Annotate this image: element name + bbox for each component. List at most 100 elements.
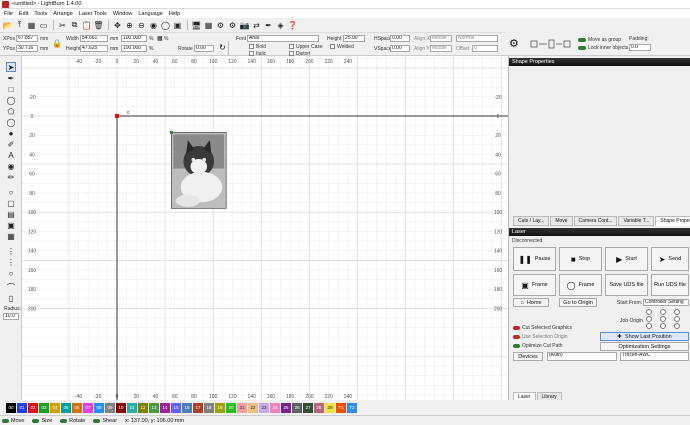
text-mode-select[interactable]: Normal [456, 35, 498, 42]
optimization-settings-button[interactable]: Optimization Settings [600, 342, 689, 351]
radius-field[interactable]: 10.0 [3, 313, 19, 320]
bold-checkbox[interactable] [249, 44, 254, 49]
align-tools-icon[interactable] [529, 38, 575, 50]
circular-array-icon[interactable]: ○ [6, 268, 16, 278]
layer-swatch[interactable]: 19 [215, 402, 225, 413]
corner-radius-icon[interactable]: ⌒ [6, 282, 16, 292]
camera-icon[interactable]: 📷 [239, 20, 250, 31]
padding-field[interactable]: 0.0 [629, 44, 651, 51]
rotate-icon[interactable]: ↻ [219, 43, 226, 52]
layer-swatch[interactable]: 27 [303, 402, 313, 413]
frame-circle-button[interactable]: ◯ Frame [559, 274, 602, 296]
layer-swatch[interactable]: T2 [347, 402, 357, 413]
ypos-field[interactable]: 30.716 [16, 45, 38, 52]
rotate-field[interactable]: 0.00 [194, 45, 214, 52]
start-from-select[interactable]: Controller Setting [643, 299, 689, 306]
layer-swatch[interactable]: T1 [336, 402, 346, 413]
menu-tools[interactable]: Tools [34, 11, 47, 17]
cut-icon[interactable]: ✂ [57, 20, 68, 31]
layer-swatch[interactable]: 04 [50, 402, 60, 413]
hspace-field[interactable]: 0.00 [390, 35, 410, 42]
layer-swatch[interactable]: 09 [105, 402, 115, 413]
welded-checkbox[interactable] [330, 44, 335, 49]
home-button[interactable]: ⌂ Home [513, 298, 549, 307]
menu-file[interactable]: File [4, 11, 13, 17]
circle-tool-icon[interactable]: ◯ [6, 117, 16, 127]
device-select[interactable]: Trocen-AWC [620, 352, 689, 361]
trace-image-icon[interactable]: ▦ [203, 20, 214, 31]
layer-swatch[interactable]: 22 [248, 402, 258, 413]
tab-cuts-layers[interactable]: Cuts / Lay... [513, 216, 550, 226]
offset-field[interactable]: 0 [472, 45, 498, 52]
text-tool-icon[interactable]: A [6, 150, 16, 160]
go-to-origin-button[interactable]: Go to Origin [559, 298, 597, 307]
select-tool-icon[interactable]: ➤ [6, 62, 16, 72]
array-tool-icon[interactable]: ⋮ [6, 257, 16, 267]
frame-button[interactable]: ▣ Frame [513, 274, 556, 296]
tab-camera-control[interactable]: Camera Cont... [573, 216, 618, 226]
use-selection-origin-toggle[interactable] [513, 335, 520, 339]
group-tool-icon[interactable]: ▢ [6, 198, 16, 208]
layer-swatch[interactable]: 20 [226, 402, 236, 413]
layer-swatch[interactable]: 05 [61, 402, 71, 413]
help-icon[interactable]: ❓ [287, 20, 298, 31]
layer-swatch[interactable]: 07 [83, 402, 93, 413]
zoom-in-icon[interactable]: ⊕ [124, 20, 135, 31]
height-field[interactable]: 47.625 [80, 45, 108, 52]
shear-toggle[interactable] [93, 418, 101, 423]
grid-align-icon[interactable]: ▦ [157, 35, 163, 42]
cut-selected-toggle[interactable] [513, 326, 520, 330]
grid-array-icon[interactable]: ⋮ [6, 246, 16, 256]
ellipse-tool-icon[interactable]: ◯ [6, 95, 16, 105]
menu-arrange[interactable]: Arrange [53, 11, 73, 17]
rounded-shape-icon[interactable]: ● [6, 128, 16, 138]
xpos-field[interactable]: 67.857 [16, 35, 38, 42]
move-as-group-toggle[interactable] [578, 38, 586, 42]
layer-swatch[interactable]: 08 [94, 402, 104, 413]
layer-swatch[interactable]: 21 [237, 402, 247, 413]
menu-laser-tools[interactable]: Laser Tools [79, 11, 107, 17]
line-tool-icon[interactable]: ✐ [6, 139, 16, 149]
vspace-field[interactable]: 0.00 [390, 45, 410, 52]
layer-swatch[interactable]: 28 [314, 402, 324, 413]
lock-icon[interactable]: 🔒 [52, 39, 62, 49]
size-toggle[interactable] [32, 418, 40, 423]
layer-swatch[interactable]: 15 [171, 402, 181, 413]
menu-help[interactable]: Help [169, 11, 180, 17]
height-percent-field[interactable]: 100.000 [121, 45, 147, 52]
zoom-page-icon[interactable]: ◯ [160, 20, 171, 31]
menu-language[interactable]: Language [138, 11, 162, 17]
pause-button[interactable]: ❚❚ Pause [513, 247, 556, 271]
layer-swatch[interactable]: 12 [138, 402, 148, 413]
layer-swatch[interactable]: 02 [28, 402, 38, 413]
align-y-select[interactable]: Middle [430, 45, 452, 52]
layer-swatch[interactable]: 29 [325, 402, 335, 413]
upper-case-checkbox[interactable] [289, 44, 294, 49]
start-button[interactable]: ▶ Start [605, 247, 648, 271]
delete-icon[interactable]: 🗑 [93, 20, 104, 31]
job-origin-grid[interactable] [643, 308, 689, 330]
save-icon[interactable]: ▦ [26, 20, 37, 31]
devices-button[interactable]: Devices [513, 352, 543, 361]
edit-nodes-icon[interactable]: ✒ [6, 73, 16, 83]
optimize-cut-toggle[interactable] [513, 344, 520, 348]
weld-tool-icon[interactable]: ▣ [6, 220, 16, 230]
layer-swatch[interactable]: 16 [182, 402, 192, 413]
node-edit-icon[interactable]: ◈ [275, 20, 286, 31]
layer-swatch[interactable]: 03 [39, 402, 49, 413]
bevel-tool-icon[interactable]: ▯ [6, 293, 16, 303]
device-settings-icon[interactable]: ⚙ [227, 20, 238, 31]
measure-tool-icon[interactable]: ✏ [6, 172, 16, 182]
tab-shape-properties[interactable]: Shape Propert... [655, 216, 690, 226]
font-select[interactable]: Arial [247, 35, 319, 42]
rotate-toggle[interactable] [60, 418, 68, 423]
copy-icon[interactable]: ⧉ [69, 20, 80, 31]
layer-swatch[interactable]: 06 [72, 402, 82, 413]
font-height-field[interactable]: 25.00 [343, 35, 365, 42]
settings-icon[interactable]: ⚙ [215, 20, 226, 31]
layer-swatch[interactable]: 26 [292, 402, 302, 413]
layer-swatch[interactable]: 18 [204, 402, 214, 413]
lock-inner-toggle[interactable] [578, 46, 586, 50]
width-percent-field[interactable]: 100.000 [121, 35, 147, 42]
save-uds-button[interactable]: Save UDS file [605, 274, 648, 296]
